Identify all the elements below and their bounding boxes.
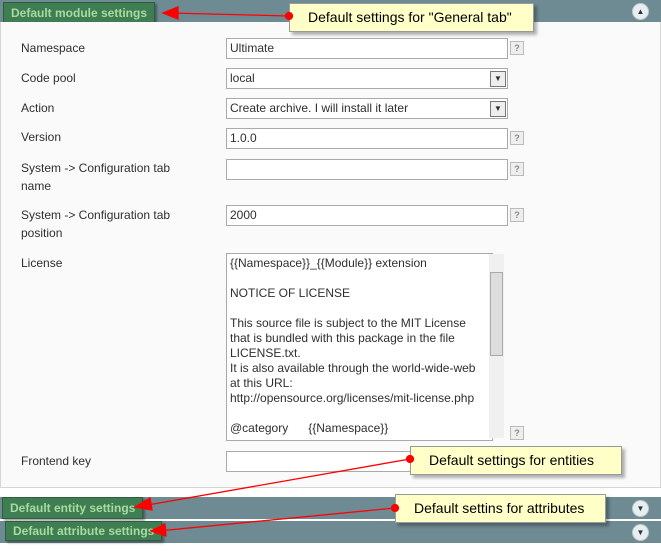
scrollbar-thumb[interactable] bbox=[490, 272, 503, 356]
help-icon[interactable]: ? bbox=[510, 208, 524, 222]
callout-attributes: Default settins for attributes bbox=[395, 494, 606, 523]
label-line: position bbox=[21, 226, 63, 240]
version-label: Version bbox=[21, 130, 62, 144]
help-icon[interactable]: ? bbox=[510, 426, 524, 440]
config-tab-position-input[interactable]: 2000 bbox=[226, 205, 508, 226]
help-icon[interactable]: ? bbox=[510, 41, 524, 55]
license-label: License bbox=[21, 256, 63, 270]
collapse-icon[interactable]: ▲ bbox=[632, 3, 649, 20]
config-tab-name-label: System -> Configuration tab name bbox=[21, 159, 170, 195]
action-value: Create archive. I will install it later bbox=[230, 101, 409, 115]
config-tab-name-input[interactable] bbox=[226, 159, 508, 180]
code-pool-label: Code pool bbox=[21, 71, 76, 85]
namespace-input[interactable]: Ultimate bbox=[226, 38, 508, 59]
frontend-key-label: Frontend key bbox=[21, 454, 92, 468]
license-textarea[interactable]: {{Namespace}}_{{Module}} extension NOTIC… bbox=[226, 253, 493, 441]
version-input[interactable]: 1.0.0 bbox=[226, 128, 508, 149]
config-tab-position-label: System -> Configuration tab position bbox=[21, 206, 170, 242]
action-label: Action bbox=[21, 101, 55, 115]
expand-icon[interactable]: ▼ bbox=[632, 500, 649, 517]
help-icon[interactable]: ? bbox=[510, 162, 524, 176]
label-line: System -> Configuration tab bbox=[21, 208, 171, 222]
namespace-label: Namespace bbox=[21, 41, 86, 55]
code-pool-value: local bbox=[230, 71, 255, 85]
expand-icon[interactable]: ▼ bbox=[632, 524, 649, 541]
label-line: name bbox=[21, 179, 52, 193]
attribute-settings-title: Default attribute settings bbox=[5, 521, 163, 541]
module-settings-title: Default module settings bbox=[3, 2, 156, 24]
callout-entities: Default settings for entities bbox=[410, 446, 622, 475]
help-icon[interactable]: ? bbox=[510, 131, 524, 145]
action-select[interactable]: Create archive. I will install it later bbox=[226, 98, 508, 119]
label-line: System -> Configuration tab bbox=[21, 161, 171, 175]
entity-settings-title: Default entity settings bbox=[2, 497, 144, 519]
code-pool-select[interactable]: local bbox=[226, 68, 508, 89]
callout-general: Default settings for "General tab" bbox=[289, 3, 534, 32]
